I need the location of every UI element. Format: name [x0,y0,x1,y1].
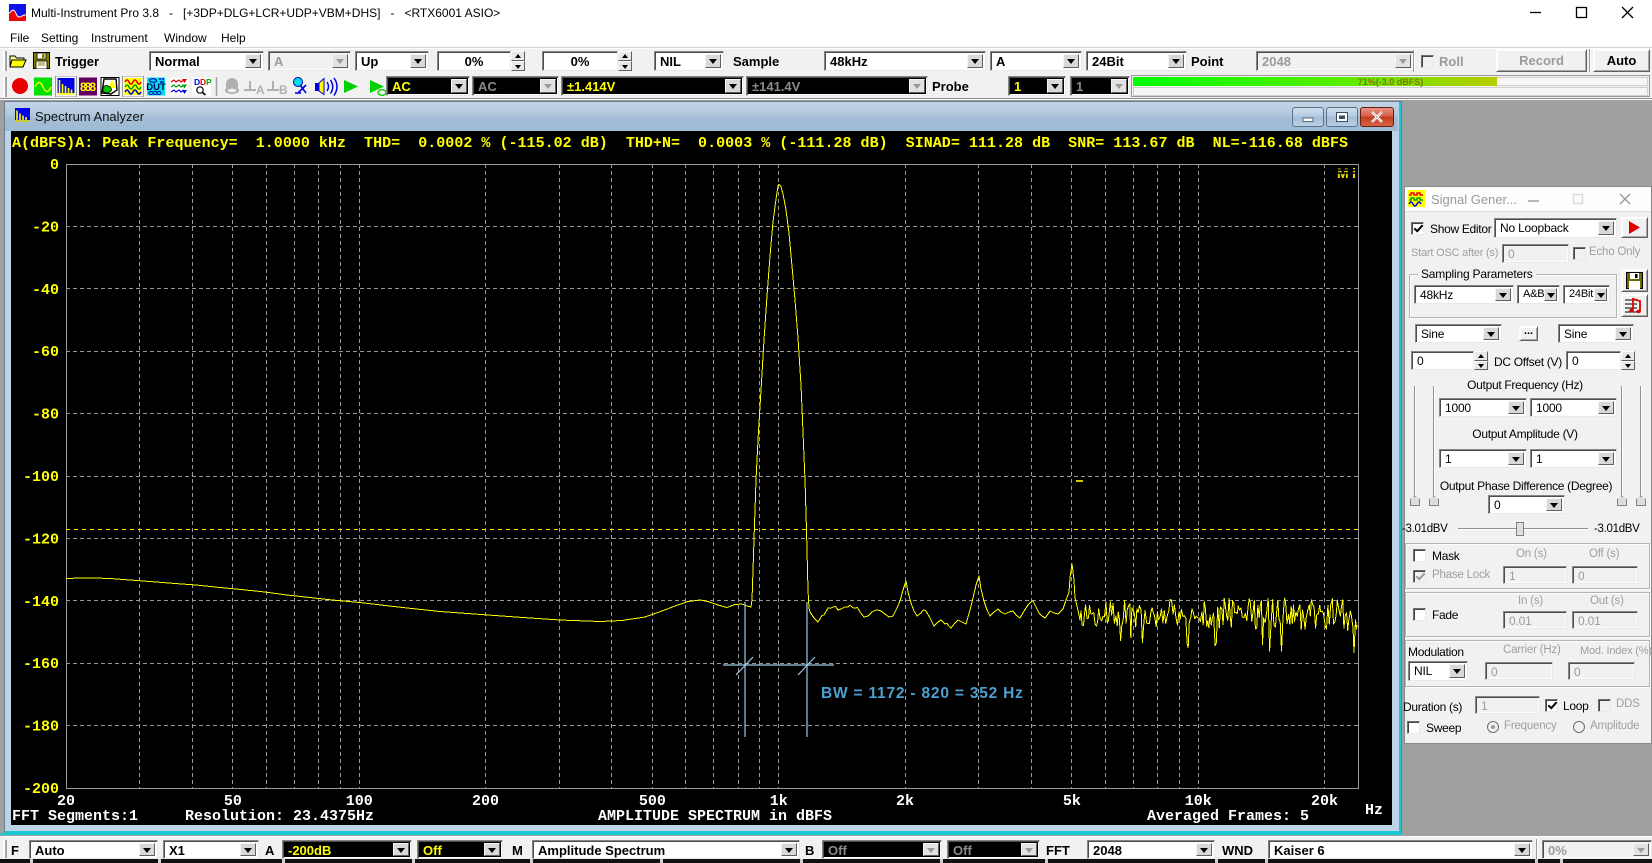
svg-text:5k: 5k [1063,793,1081,810]
svg-text:-140: -140 [23,594,59,611]
svg-text:Hz: Hz [1365,802,1383,819]
svg-text:-180: -180 [23,719,59,736]
svg-text:0: 0 [50,157,59,174]
svg-text:FFT Segments:1: FFT Segments:1 [12,808,138,825]
svg-text:-60: -60 [32,344,59,361]
svg-text:A(dBFS)A: Peak Frequency= 1.0: A(dBFS)A: Peak Frequency= 1.0000 kHz THD… [12,135,1348,152]
svg-text:-100: -100 [23,469,59,486]
svg-text:-20: -20 [32,219,59,236]
svg-text:B: B [279,83,288,97]
svg-text:-160: -160 [23,656,59,673]
svg-text:AMPLITUDE SPECTRUM in dBFS: AMPLITUDE SPECTRUM in dBFS [598,808,832,825]
svg-text:BW = 1172 - 820 = 352 Hz: BW = 1172 - 820 = 352 Hz [821,685,1024,702]
svg-text:P: P [206,77,212,87]
svg-text:Averaged Frames: 5: Averaged Frames: 5 [1147,808,1309,825]
svg-text:20k: 20k [1311,793,1338,810]
svg-text:-40: -40 [32,282,59,299]
svg-text:Resolution: 23.4375Hz: Resolution: 23.4375Hz [185,808,374,825]
svg-text:2k: 2k [896,793,914,810]
svg-text:-80: -80 [32,407,59,424]
svg-text:200: 200 [472,793,499,810]
svg-text:A: A [256,83,265,97]
svg-text:-200: -200 [23,781,59,798]
svg-text:888: 888 [80,80,96,94]
svg-text:-120: -120 [23,531,59,548]
